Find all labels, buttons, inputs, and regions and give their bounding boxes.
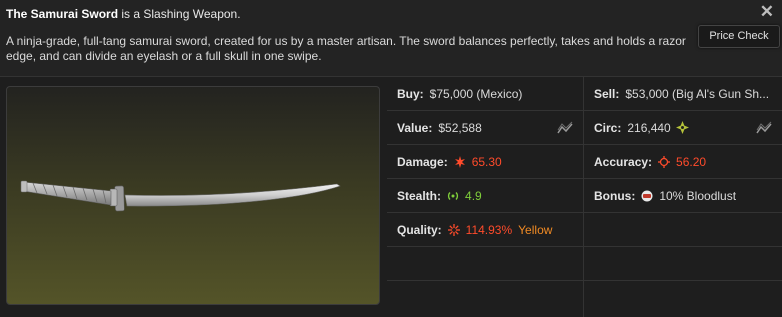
quality-tier: Yellow	[518, 222, 553, 237]
bonus-value: 10% Bloodlust	[659, 188, 737, 203]
price-check-button[interactable]: Price Check	[698, 25, 780, 48]
samurai-sword-image	[20, 180, 341, 212]
circ-cell: Circ: 216,440	[584, 111, 782, 145]
damage-icon	[454, 155, 465, 168]
empty-cell	[387, 247, 584, 281]
stealth-value: 4.9	[465, 188, 482, 203]
stealth-icon	[447, 191, 459, 200]
damage-value: 65.30	[471, 154, 502, 169]
value-label: Value:	[397, 120, 433, 135]
buy-label: Buy:	[397, 86, 424, 101]
item-type-text: is a Slashing Weapon.	[118, 7, 241, 21]
sell-cell: Sell: $53,000 (Big Al's Gun Sh...	[584, 77, 782, 111]
trend-chart-icon[interactable]	[756, 121, 772, 135]
value-value: $52,588	[438, 120, 482, 135]
buy-cell: Buy: $75,000 (Mexico)	[387, 77, 584, 111]
accuracy-value: 56.20	[676, 154, 707, 169]
empty-cell	[584, 281, 782, 317]
item-stats-grid: Buy: $75,000 (Mexico) Sell: $53,000 (Big…	[387, 77, 782, 317]
buy-value: $75,000 (Mexico)	[429, 86, 523, 101]
sell-value: $53,000 (Big Al's Gun Sh...	[625, 86, 770, 101]
item-name: The Samurai Sword	[6, 7, 119, 21]
quality-cell: Quality: 114.93% Yellow	[387, 213, 584, 247]
item-info-header: The Samurai Sword is a Slashing Weapon. …	[0, 0, 782, 76]
shuriken-icon	[675, 121, 689, 134]
empty-cell	[584, 247, 782, 281]
empty-cell	[584, 213, 782, 247]
accuracy-icon	[658, 155, 671, 168]
quality-value: 114.93%	[465, 222, 513, 237]
value-cell: Value: $52,588	[387, 111, 584, 145]
stealth-label: Stealth:	[397, 188, 442, 203]
empty-cell	[387, 281, 584, 317]
damage-label: Damage:	[397, 154, 448, 169]
item-title: The Samurai Sword is a Slashing Weapon.	[6, 7, 241, 21]
item-description: A ninja-grade, full-tang samurai sword, …	[6, 34, 686, 63]
item-image-panel	[6, 86, 380, 305]
bonus-cell: Bonus: 10% Bloodlust	[584, 179, 782, 213]
quality-icon	[447, 223, 460, 236]
bonus-label: Bonus:	[594, 188, 636, 203]
accuracy-label: Accuracy:	[594, 154, 653, 169]
quality-label: Quality:	[397, 222, 442, 237]
stealth-cell: Stealth: 4.9	[387, 179, 584, 213]
damage-cell: Damage: 65.30	[387, 145, 584, 179]
circ-value: 216,440	[627, 120, 671, 135]
trend-chart-icon[interactable]	[557, 121, 573, 135]
close-icon[interactable]: ✕	[760, 2, 774, 22]
accuracy-cell: Accuracy: 56.20	[584, 145, 782, 179]
sell-label: Sell:	[594, 86, 620, 101]
bloodlust-icon	[641, 190, 653, 201]
circ-label: Circ:	[594, 120, 622, 135]
